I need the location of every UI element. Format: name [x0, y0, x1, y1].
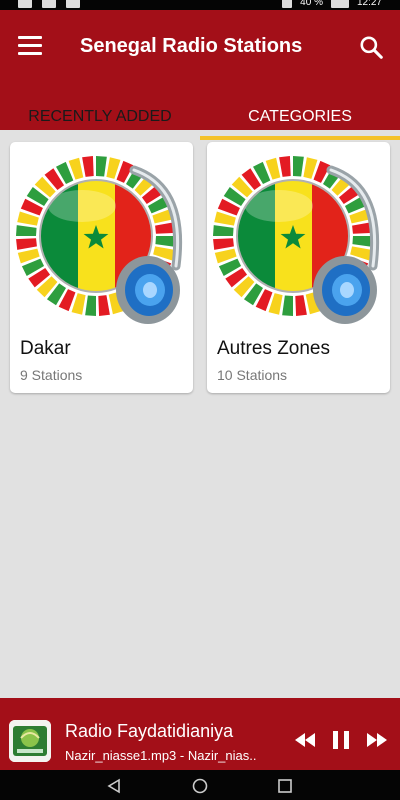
tab-label: CATEGORIES — [248, 108, 352, 125]
system-nav-bar — [0, 770, 400, 800]
battery-icon — [330, 0, 349, 8]
home-icon[interactable] — [192, 778, 208, 794]
wifi-icon — [42, 0, 56, 8]
status-bar: 40 % 12:27 — [0, 0, 400, 10]
mini-player[interactable]: Radio Faydatidianiya Nazir_niasse1.mp3 -… — [0, 698, 400, 770]
station-logo-icon — [9, 720, 51, 762]
menu-icon[interactable] — [18, 36, 44, 58]
notification-icon — [66, 0, 80, 8]
category-grid: Dakar 9 Stations Autres Zones 10 Station… — [10, 142, 390, 393]
signal-icon — [18, 0, 32, 8]
tab-categories[interactable]: CATEGORIES — [200, 94, 400, 140]
battery-percent: 40 % — [300, 0, 323, 8]
category-card-dakar[interactable]: Dakar 9 Stations — [10, 142, 193, 393]
rewind-icon[interactable] — [293, 728, 317, 752]
tab-bar: RECENTLY ADDED CATEGORIES — [0, 94, 400, 140]
category-name: Dakar — [20, 338, 71, 359]
tab-recently-added[interactable]: RECENTLY ADDED — [0, 94, 200, 140]
eye-icon — [282, 0, 293, 8]
category-name: Autres Zones — [217, 338, 330, 359]
pause-icon[interactable] — [329, 728, 353, 752]
tab-label: RECENTLY ADDED — [28, 108, 172, 125]
status-left-icons — [18, 0, 80, 8]
clock: 12:27 — [356, 0, 382, 8]
senegal-flag-headphones-icon — [213, 156, 380, 324]
category-count: 10 Stations — [217, 367, 288, 383]
app-bar: Senegal Radio Stations RECENTLY ADDED CA… — [0, 10, 400, 140]
app-title: Senegal Radio Stations — [80, 35, 303, 57]
category-card-autres-zones[interactable]: Autres Zones 10 Stations — [207, 142, 390, 393]
senegal-flag-headphones-icon — [16, 156, 183, 324]
search-icon[interactable] — [358, 34, 384, 60]
recents-icon[interactable] — [277, 778, 293, 794]
back-icon[interactable] — [106, 778, 122, 794]
category-count: 9 Stations — [20, 367, 83, 383]
status-right: 40 % 12:27 — [282, 0, 382, 8]
player-station-name: Radio Faydatidianiya — [65, 721, 234, 741]
player-track-name: Nazir_niasse1.mp3 - Nazir_nias.. — [65, 748, 257, 763]
fast-forward-icon[interactable] — [365, 728, 389, 752]
